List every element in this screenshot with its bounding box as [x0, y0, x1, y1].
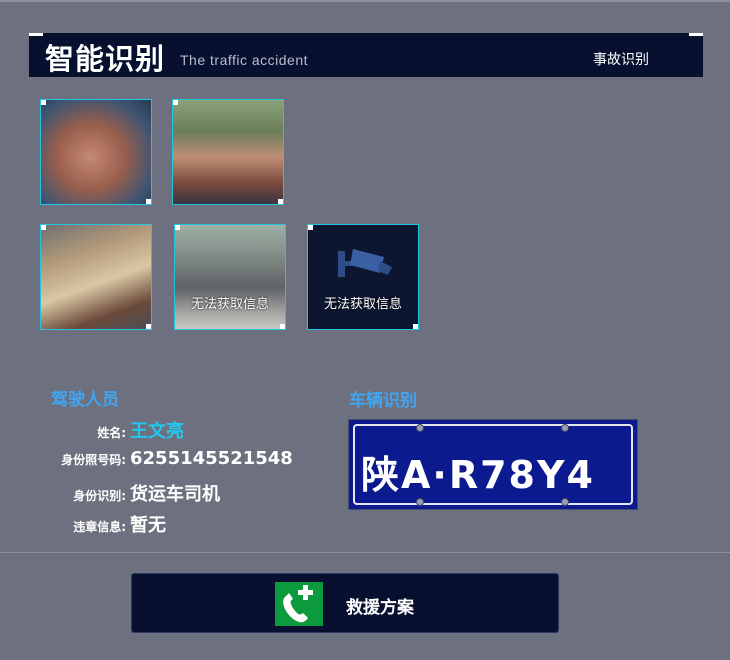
accident-photo-4[interactable]: 无法获取信息: [174, 224, 286, 330]
driver-violation-row: 违章信息: 暂无: [50, 511, 166, 536]
corner-mark: [175, 225, 180, 230]
page-subtitle: The traffic accident: [180, 52, 309, 68]
corner-mark: [308, 225, 313, 230]
rescue-plan-label: 救援方案: [346, 598, 414, 618]
driver-violation-value: 暂无: [130, 515, 166, 536]
driver-name-value: 王文亮: [130, 421, 184, 442]
camera-placeholder[interactable]: 无法获取信息: [307, 224, 419, 330]
plate-bolt: [561, 424, 569, 432]
corner-mark: [29, 33, 43, 36]
corner-mark: [146, 199, 151, 204]
bottom-divider: [0, 552, 730, 553]
page-title: 智能识别: [45, 42, 166, 76]
driver-identity-label: 身份识别:: [73, 489, 126, 503]
rescue-plan-button[interactable]: 救援方案: [131, 573, 559, 633]
driver-id-label: 身份照号码:: [61, 453, 126, 467]
photo-caption: 无法获取信息: [190, 297, 269, 312]
accident-photo-2[interactable]: [172, 99, 284, 205]
photo-caption: 无法获取信息: [323, 297, 402, 312]
driver-id-value: 6255145521548: [130, 448, 293, 469]
corner-mark: [41, 225, 46, 230]
corner-mark: [413, 324, 418, 329]
driver-id-row: 身份照号码: 6255145521548: [50, 448, 293, 472]
driver-violation-label: 违章信息:: [73, 520, 126, 534]
license-plate: 陕A·R78Y4: [348, 419, 638, 510]
vehicle-section-title: 车辆识别: [349, 391, 417, 411]
plate-bolt: [416, 424, 424, 432]
plate-bolt: [416, 498, 424, 506]
camera-icon: [338, 249, 392, 277]
top-divider: [0, 0, 730, 2]
header-bar: 智能识别 The traffic accident 事故识别: [29, 33, 703, 77]
corner-mark: [280, 324, 285, 329]
driver-section-title: 驾驶人员: [51, 390, 119, 410]
accident-photo-3[interactable]: [40, 224, 152, 330]
accident-photo-1[interactable]: [40, 99, 152, 205]
corner-mark: [41, 100, 46, 105]
tab-accident-recognition[interactable]: 事故识别: [593, 49, 649, 69]
corner-mark: [689, 33, 703, 36]
phone-cross-icon: [275, 582, 323, 626]
driver-name-label: 姓名:: [97, 426, 126, 440]
driver-name-row: 姓名: 王文亮: [50, 417, 184, 442]
corner-mark: [146, 324, 151, 329]
plate-number: 陕A·R78Y4: [361, 453, 595, 497]
driver-identity-value: 货运车司机: [130, 484, 220, 505]
corner-mark: [173, 100, 178, 105]
driver-identity-row: 身份识别: 货运车司机: [50, 480, 220, 505]
corner-mark: [278, 199, 283, 204]
plate-bolt: [561, 498, 569, 506]
